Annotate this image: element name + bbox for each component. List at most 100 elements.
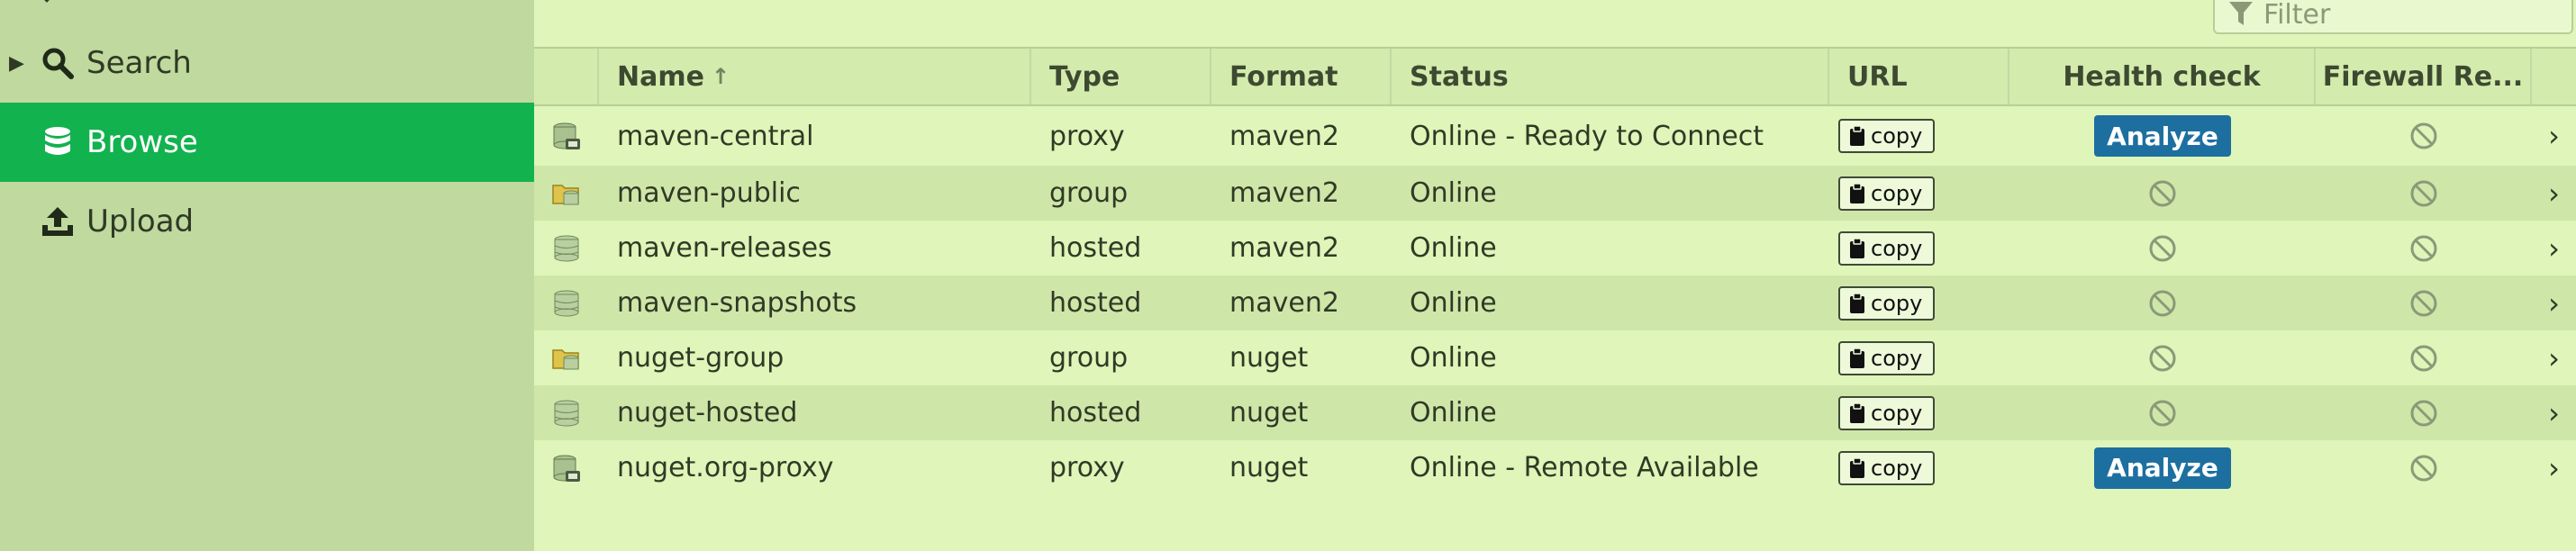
repo-type-icon-cell — [534, 385, 599, 440]
clipboard-icon — [1850, 237, 1864, 258]
clipboard-icon — [1850, 125, 1864, 146]
upload-icon — [40, 203, 76, 239]
repo-name: nuget.org-proxy — [617, 452, 834, 483]
header-status[interactable]: Status — [1392, 49, 1829, 104]
repo-type: hosted — [1049, 397, 1142, 429]
filter-input[interactable] — [2262, 0, 2562, 32]
sidebar-item-browse[interactable]: Browse — [0, 103, 534, 182]
health-check-cell — [2009, 385, 2316, 440]
clipboard-icon — [1850, 456, 1864, 478]
sidebar-item-label: Search — [86, 45, 192, 81]
header-type[interactable]: Type — [1031, 49, 1211, 104]
hosted-repo-icon — [554, 290, 579, 316]
row-expand-chevron-icon[interactable]: › — [2532, 385, 2576, 440]
disabled-icon — [2410, 290, 2437, 316]
header-url[interactable]: URL — [1829, 49, 2009, 104]
copy-url-button[interactable]: copy — [1838, 119, 1936, 153]
header-health-check[interactable]: Health check — [2009, 49, 2316, 104]
table-row[interactable]: maven-central proxy maven2 Online - Ready t… — [534, 106, 2576, 166]
filter-icon — [2229, 2, 2253, 25]
firewall-cell — [2316, 276, 2532, 330]
header-expander — [2532, 49, 2576, 104]
table-row[interactable]: maven-public group maven2 Online copy › — [534, 166, 2576, 221]
disabled-icon — [2410, 122, 2437, 149]
table-row[interactable]: nuget-hosted hosted nuget Online copy › — [534, 385, 2576, 440]
repo-type-icon-cell — [534, 276, 599, 330]
repo-name: nuget-hosted — [617, 397, 798, 429]
copy-url-button[interactable]: copy — [1838, 176, 1936, 211]
repo-name: maven-releases — [617, 232, 832, 264]
url-cell: copy — [1838, 166, 2009, 221]
row-expand-chevron-icon[interactable]: › — [2532, 440, 2576, 495]
header-firewall[interactable]: Firewall Re... — [2316, 49, 2532, 104]
repo-name: maven-central — [617, 120, 814, 152]
sidebar-item-search[interactable]: ▶ Search — [0, 23, 534, 103]
repo-type: proxy — [1049, 452, 1125, 483]
table-row[interactable]: maven-snapshots hosted maven2 Online copy › — [534, 276, 2576, 330]
repo-type-icon-cell — [534, 221, 599, 276]
firewall-cell — [2316, 330, 2532, 385]
disabled-icon — [2149, 290, 2176, 316]
repo-type: proxy — [1049, 120, 1125, 152]
header-format[interactable]: Format — [1211, 49, 1392, 104]
firewall-cell — [2316, 221, 2532, 276]
copy-url-button[interactable]: copy — [1838, 285, 1936, 321]
repo-name: nuget-group — [617, 342, 785, 374]
url-cell: copy — [1838, 221, 2009, 276]
expand-caret-icon[interactable]: ▶ — [9, 52, 24, 75]
header-url-label: URL — [1847, 60, 1908, 93]
repo-type-icon-cell — [534, 106, 599, 166]
copy-url-button[interactable]: copy — [1838, 340, 1936, 375]
table-row[interactable]: maven-releases hosted maven2 Online copy › — [534, 221, 2576, 276]
disabled-icon — [2149, 400, 2176, 426]
row-expand-chevron-icon[interactable]: › — [2532, 166, 2576, 221]
row-expand-chevron-icon[interactable]: › — [2532, 221, 2576, 276]
repo-status: Online - Remote Available — [1410, 452, 1759, 483]
copy-label: copy — [1871, 290, 1923, 316]
analyze-button[interactable]: Analyze — [2094, 115, 2231, 157]
analyze-button[interactable]: Analyze — [2094, 447, 2231, 489]
health-check-cell — [2009, 166, 2316, 221]
header-name[interactable]: Name ↑ — [599, 49, 1031, 104]
group-repo-icon — [552, 348, 579, 369]
copy-url-button[interactable]: copy — [1838, 450, 1936, 485]
table-row[interactable]: nuget-group group nuget Online copy › — [534, 330, 2576, 385]
copy-url-button[interactable]: copy — [1838, 395, 1936, 430]
table-row[interactable]: nuget.org-proxy proxy nuget Online - Remote… — [534, 440, 2576, 495]
repo-status: Online — [1410, 177, 1497, 209]
row-expand-chevron-icon[interactable]: › — [2532, 330, 2576, 385]
copy-label: copy — [1871, 235, 1923, 261]
repo-format: maven2 — [1229, 177, 1339, 209]
repo-status: Online - Ready to Connect — [1410, 120, 1764, 152]
row-expand-chevron-icon[interactable]: › — [2532, 106, 2576, 166]
repo-type: group — [1049, 177, 1129, 209]
filter-box[interactable] — [2213, 0, 2573, 34]
header-icon-column — [534, 49, 599, 104]
repo-status: Online — [1410, 342, 1497, 374]
copy-label: copy — [1871, 180, 1923, 206]
firewall-cell — [2316, 166, 2532, 221]
disabled-icon — [2410, 235, 2437, 261]
row-expand-chevron-icon[interactable]: › — [2532, 276, 2576, 330]
disabled-icon — [2410, 455, 2437, 481]
search-icon — [40, 45, 76, 81]
group-repo-icon — [552, 184, 579, 204]
main-panel: Name ↑ Type Format Status URL Health che… — [534, 0, 2576, 551]
repo-type: hosted — [1049, 287, 1142, 319]
repo-format: nuget — [1229, 342, 1309, 374]
health-check-cell — [2009, 330, 2316, 385]
disabled-icon — [2410, 345, 2437, 371]
header-health-label: Health check — [2063, 60, 2261, 93]
sidebar-item-upload[interactable]: Upload — [0, 182, 534, 261]
url-cell: copy — [1838, 276, 2009, 330]
health-check-cell: Analyze — [2009, 440, 2316, 495]
header-status-label: Status — [1410, 60, 1509, 93]
repo-format: maven2 — [1229, 120, 1339, 152]
repo-status: Online — [1410, 287, 1497, 319]
sort-ascending-icon: ↑ — [711, 64, 730, 89]
repo-format: maven2 — [1229, 232, 1339, 264]
url-cell: copy — [1838, 106, 2009, 166]
copy-url-button[interactable]: copy — [1838, 230, 1936, 266]
clipboard-icon — [1850, 347, 1864, 368]
sidebar-item-label: Browse — [86, 124, 198, 160]
